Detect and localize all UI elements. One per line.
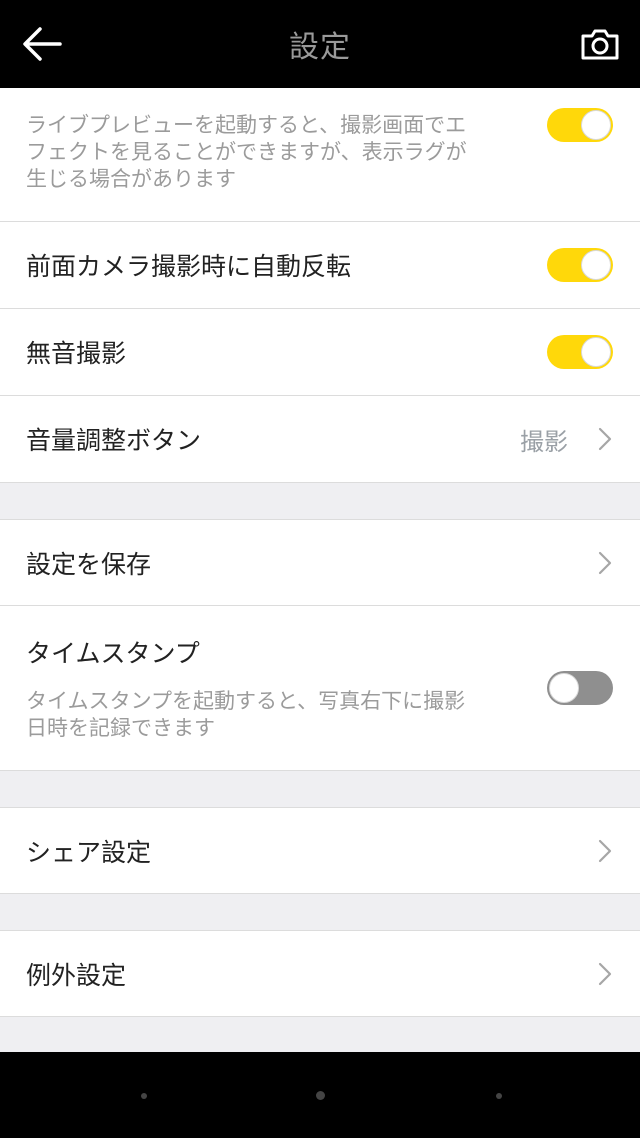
front-mirror-label: 前面カメラ撮影時に自動反転 [26, 252, 352, 281]
timestamp-toggle[interactable] [547, 671, 613, 705]
exception-settings-label: 例外設定 [26, 960, 127, 990]
system-nav-bar [0, 1052, 640, 1138]
nav-home-button[interactable] [316, 1091, 325, 1100]
section-gap [0, 483, 640, 519]
settings-list: ライブプレビューを起動すると、撮影画面でエフェクトを見ることができますが、表示ラ… [0, 88, 640, 1052]
top-bar: 設定 [0, 0, 640, 88]
front-mirror-toggle[interactable] [547, 248, 613, 282]
timestamp-description: タイムスタンプを起動すると、写真右下に撮影日時を記録できます [26, 689, 466, 740]
silent-toggle[interactable] [547, 335, 613, 369]
timestamp-row: タイムスタンプ タイムスタンプを起動すると、写真右下に撮影日時を記録できます [0, 606, 640, 771]
page-title: 設定 [289, 30, 351, 65]
share-settings-label: シェア設定 [26, 837, 152, 867]
live-preview-toggle[interactable] [547, 108, 613, 142]
share-settings-row[interactable]: シェア設定 [0, 807, 640, 894]
chevron-right-icon [598, 839, 612, 862]
nav-back-button[interactable] [141, 1093, 147, 1099]
silent-row[interactable]: 無音撮影 [0, 309, 640, 396]
section-gap [0, 771, 640, 807]
section-gap [0, 894, 640, 930]
nav-recents-button[interactable] [496, 1093, 502, 1099]
save-settings-label: 設定を保存 [26, 549, 152, 579]
arrow-left-icon[interactable] [20, 24, 64, 64]
camera-icon[interactable] [580, 24, 620, 64]
volume-button-label: 音量調整ボタン [26, 426, 202, 455]
volume-button-row[interactable]: 音量調整ボタン 撮影 [0, 396, 640, 483]
chevron-right-icon [598, 427, 612, 451]
save-settings-row[interactable]: 設定を保存 [0, 519, 640, 606]
volume-button-value: 撮影 [520, 427, 568, 456]
front-mirror-row[interactable]: 前面カメラ撮影時に自動反転 [0, 222, 640, 309]
live-preview-row: ライブプレビューを起動すると、撮影画面でエフェクトを見ることができますが、表示ラ… [0, 88, 640, 222]
live-preview-description: ライブプレビューを起動すると、撮影画面でエフェクトを見ることができますが、表示ラ… [26, 113, 467, 191]
silent-label: 無音撮影 [26, 339, 127, 368]
chevron-right-icon [598, 551, 612, 574]
timestamp-label: タイムスタンプ [26, 639, 200, 668]
chevron-right-icon [598, 962, 612, 985]
exception-settings-row[interactable]: 例外設定 [0, 930, 640, 1017]
